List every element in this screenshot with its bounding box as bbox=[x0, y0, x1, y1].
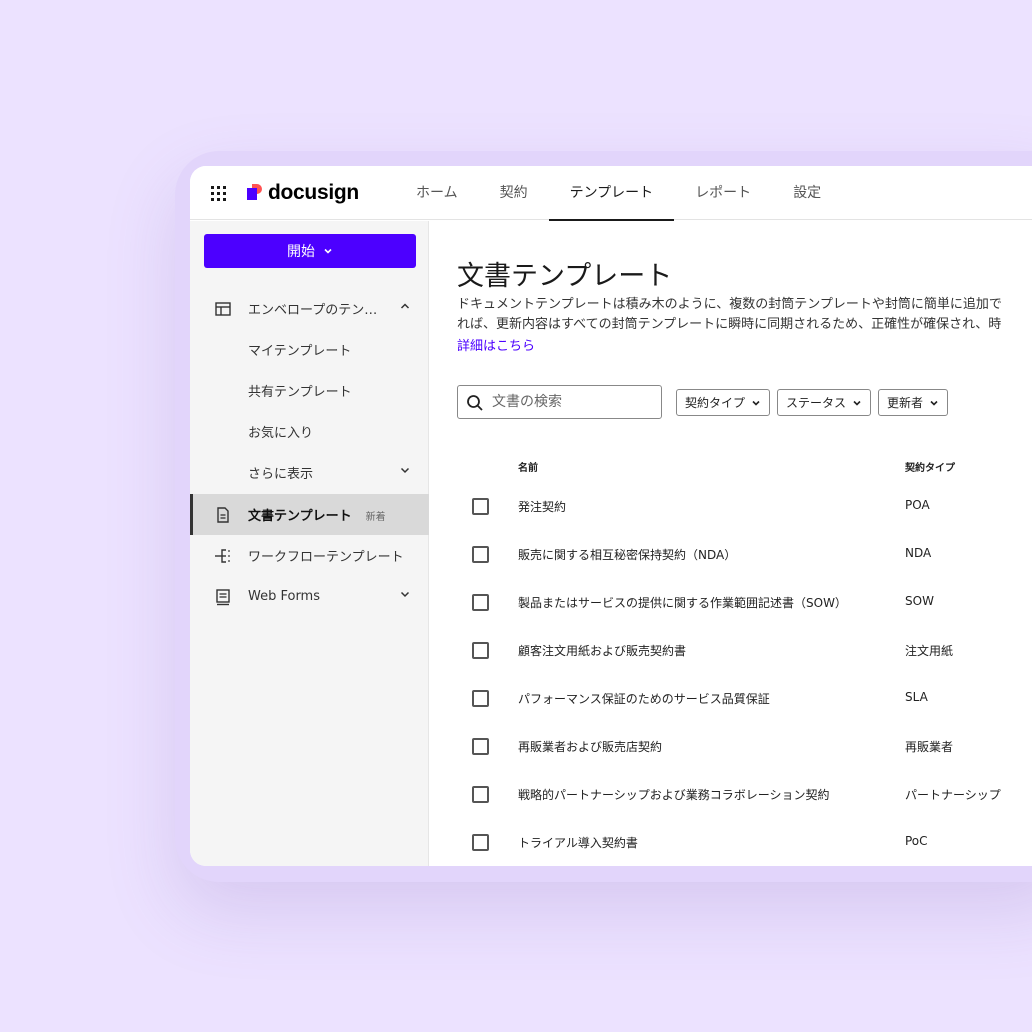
document-icon bbox=[217, 507, 229, 523]
chevron-down-icon bbox=[752, 400, 760, 406]
main-content: 文書テンプレート ドキュメントテンプレートは積み木のように、複数の封筒テンプレー… bbox=[430, 221, 1032, 866]
row-checkbox[interactable] bbox=[472, 642, 489, 659]
row-type: PoC bbox=[905, 834, 928, 848]
row-type: POA bbox=[905, 498, 930, 512]
sidebar-item-envelope-templates[interactable]: エンベロープのテン… bbox=[190, 288, 429, 329]
row-checkbox[interactable] bbox=[472, 690, 489, 707]
page-title: 文書テンプレート bbox=[457, 261, 673, 292]
learn-more-link[interactable]: 詳細はこちら bbox=[457, 335, 535, 354]
filter-agreement-type[interactable]: 契約タイプ bbox=[676, 389, 771, 416]
row-name[interactable]: 戦略的パートナーシップおよび業務コラボレーション契約 bbox=[518, 786, 830, 803]
description-line: ドキュメントテンプレートは積み木のように、複数の封筒テンプレートや封筒に簡単に追… bbox=[457, 297, 1002, 312]
sidebar-item-show-more[interactable]: さらに表示 bbox=[190, 452, 429, 493]
sidebar-item-label: マイテンプレート bbox=[248, 344, 352, 359]
row-name[interactable]: パフォーマンス保証のためのサービス品質保証 bbox=[518, 690, 770, 707]
column-header-agreement-type[interactable]: 契約タイプ bbox=[905, 459, 955, 474]
row-checkbox[interactable] bbox=[472, 834, 489, 851]
row-name[interactable]: 発注契約 bbox=[518, 498, 566, 515]
filter-label: 更新者 bbox=[887, 396, 924, 410]
sidebar-item-workflow-templates[interactable]: ワークフローテンプレート bbox=[190, 535, 429, 576]
tab-settings[interactable]: 設定 bbox=[772, 166, 842, 220]
row-name[interactable]: 再販業者および販売店契約 bbox=[518, 738, 662, 755]
tab-home[interactable]: ホーム bbox=[395, 166, 479, 220]
sidebar-item-favorites[interactable]: お気に入り bbox=[190, 411, 429, 452]
filter-status[interactable]: ステータス bbox=[777, 389, 872, 416]
app-window: docusign ホーム 契約 テンプレート レポート 設定 開始 エンベロープ… bbox=[190, 166, 1032, 866]
sidebar-item-label: さらに表示 bbox=[248, 467, 314, 482]
row-type: SOW bbox=[905, 594, 934, 608]
table-row[interactable]: 戦略的パートナーシップおよび業務コラボレーション契約 パートナーシップ bbox=[430, 770, 1032, 818]
start-button-label: 開始 bbox=[287, 244, 315, 260]
column-header-name[interactable]: 名前 bbox=[518, 459, 538, 474]
table-row[interactable]: 販売に関する相互秘密保持契約（NDA） NDA bbox=[430, 530, 1032, 578]
chevron-down-icon bbox=[400, 467, 410, 474]
workflow-icon bbox=[215, 549, 230, 563]
sidebar-item-label: ワークフローテンプレート bbox=[248, 550, 404, 565]
row-name[interactable]: 顧客注文用紙および販売契約書 bbox=[518, 642, 686, 659]
tab-templates[interactable]: テンプレート bbox=[548, 166, 675, 221]
docusign-logo[interactable]: docusign bbox=[247, 180, 359, 206]
new-badge: 新着 bbox=[365, 512, 386, 523]
sidebar-item-text: 文書テンプレート bbox=[248, 509, 352, 524]
table-row[interactable]: 発注契約 POA bbox=[430, 482, 1032, 530]
sidebar-item-shared-templates[interactable]: 共有テンプレート bbox=[190, 370, 429, 411]
filter-bar: 契約タイプ ステータス 更新者 bbox=[676, 389, 949, 416]
sidebar-item-label: お気に入り bbox=[248, 426, 314, 441]
table-row[interactable]: トライアル導入契約書 PoC bbox=[430, 818, 1032, 866]
sidebar-item-web-forms[interactable]: Web Forms bbox=[190, 576, 429, 617]
description-line: れば、更新内容はすべての封筒テンプレートに瞬時に同期されるため、正確性が確保され… bbox=[457, 317, 1002, 332]
row-type: NDA bbox=[905, 546, 932, 560]
sidebar-item-my-templates[interactable]: マイテンプレート bbox=[190, 329, 429, 370]
chevron-down-icon[interactable] bbox=[399, 588, 411, 600]
filter-label: ステータス bbox=[786, 396, 847, 410]
logo-mark-icon bbox=[247, 184, 263, 202]
row-type: 再販業者 bbox=[905, 740, 954, 754]
tab-agreements[interactable]: 契約 bbox=[479, 166, 549, 220]
top-nav: docusign ホーム 契約 テンプレート レポート 設定 bbox=[190, 166, 1032, 221]
logo-text: docusign bbox=[268, 181, 359, 204]
layout-icon bbox=[215, 302, 231, 316]
row-name[interactable]: 販売に関する相互秘密保持契約（NDA） bbox=[518, 546, 736, 563]
sidebar-item-label: 文書テンプレート 新着 bbox=[248, 505, 386, 524]
search-icon bbox=[467, 395, 483, 411]
chevron-up-icon[interactable] bbox=[399, 300, 411, 312]
row-checkbox[interactable] bbox=[472, 594, 489, 611]
app-launcher-icon[interactable] bbox=[211, 186, 227, 202]
webforms-icon bbox=[216, 589, 230, 606]
sidebar-item-label: Web Forms bbox=[248, 589, 320, 604]
sidebar-item-label: 共有テンプレート bbox=[248, 385, 352, 400]
sidebar-item-document-templates[interactable]: 文書テンプレート 新着 bbox=[190, 494, 429, 535]
table-row[interactable]: 製品またはサービスの提供に関する作業範囲記述書（SOW） SOW bbox=[430, 578, 1032, 626]
sidebar: 開始 エンベロープのテン… マイテンプレート 共有テンプレート お気に入り さら… bbox=[190, 221, 429, 866]
row-checkbox[interactable] bbox=[472, 546, 489, 563]
table-row[interactable]: パフォーマンス保証のためのサービス品質保証 SLA bbox=[430, 674, 1032, 722]
row-name[interactable]: トライアル導入契約書 bbox=[518, 834, 638, 851]
row-checkbox[interactable] bbox=[472, 498, 489, 515]
row-type: SLA bbox=[905, 690, 928, 704]
row-type: 注文用紙 bbox=[905, 644, 954, 658]
chevron-down-icon bbox=[324, 248, 332, 254]
start-button[interactable]: 開始 bbox=[204, 234, 416, 268]
row-checkbox[interactable] bbox=[472, 738, 489, 755]
search-box[interactable] bbox=[457, 385, 662, 419]
search-input[interactable] bbox=[492, 392, 652, 412]
table-row[interactable]: 再販業者および販売店契約 再販業者 bbox=[430, 722, 1032, 770]
page-description: ドキュメントテンプレートは積み木のように、複数の封筒テンプレートや封筒に簡単に追… bbox=[457, 295, 1002, 335]
filter-label: 契約タイプ bbox=[685, 396, 746, 410]
chevron-down-icon bbox=[930, 400, 938, 406]
table-row[interactable]: 顧客注文用紙および販売契約書 注文用紙 bbox=[430, 626, 1032, 674]
filter-updated-by[interactable]: 更新者 bbox=[878, 389, 949, 416]
chevron-down-icon bbox=[853, 400, 861, 406]
main-tabs: ホーム 契約 テンプレート レポート 設定 bbox=[395, 166, 842, 221]
row-checkbox[interactable] bbox=[472, 786, 489, 803]
sidebar-item-label: エンベロープのテン… bbox=[248, 303, 378, 318]
row-name[interactable]: 製品またはサービスの提供に関する作業範囲記述書（SOW） bbox=[518, 594, 847, 611]
tab-reports[interactable]: レポート bbox=[674, 166, 772, 220]
row-type: パートナーシップ bbox=[905, 788, 1001, 802]
